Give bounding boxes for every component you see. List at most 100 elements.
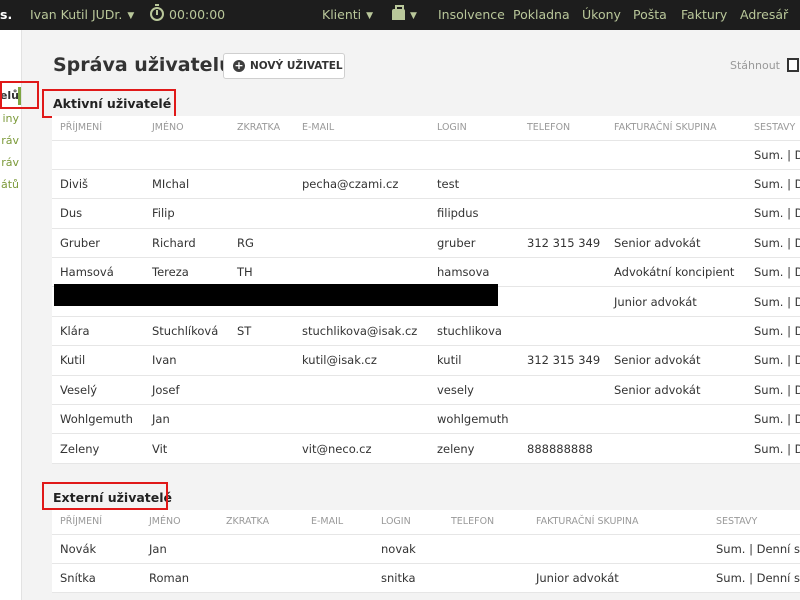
column-header[interactable]: PŘÍJMENÍ [52,116,144,141]
table-cell: hamsova [429,257,519,288]
table-cell: Sum. | De [746,404,800,435]
table-row[interactable]: Snítka Roman snitka Junior advokát Sum. | De… [52,563,800,594]
table-cell: Sum. | Denní sta [708,534,800,564]
table-cell [519,316,606,347]
table-row[interactable]: NovákJan novak Sum. | Denní sta [52,534,800,564]
brand-logo[interactable]: s. [0,0,12,30]
table-row[interactable]: WohlgemuthJan wohlgemuth Sum. | De [52,404,800,435]
table-cell: ST [229,316,294,347]
table-cell: Ivan [144,345,229,376]
table-cell [606,316,746,347]
chevron-down-icon: ▼ [410,11,417,21]
table-cell: Roman [141,563,218,594]
table-cell: Senior advokát [606,375,746,406]
column-header[interactable]: SESTAVY [746,116,800,141]
column-header[interactable]: ZKRATKA [218,510,303,535]
table-cell: TH [229,257,294,288]
column-header[interactable]: ZKRATKA [229,116,294,141]
nav-bag-menu[interactable]: ▼ [392,0,417,30]
new-user-button[interactable]: + NOVÝ UŽIVATEL [223,53,345,79]
table-cell [606,433,746,464]
table-cell: snitka [373,563,443,594]
plus-circle-icon: + [233,59,245,72]
table-cell: Sum. | De [746,345,800,376]
table-cell [294,375,429,406]
table-cell: zeleny [429,433,519,464]
table-cell [218,563,303,594]
column-header[interactable]: LOGIN [429,116,519,141]
table-row[interactable]: Hamsová Tereza TH hamsova Advokátní koncipie… [52,257,800,288]
sidebar-item[interactable]: ráv [1,156,19,169]
table-row[interactable]: Gruber Richard RG gruber 312 315 349 Senior a… [52,228,800,259]
table-cell: Josef [144,375,229,406]
table-cell [229,345,294,376]
document-icon[interactable] [787,58,799,72]
table-cell: Sum. | De [746,198,800,229]
table-cell [303,534,373,564]
nav-ukony[interactable]: Úkony [582,0,621,30]
column-header[interactable]: E-MAIL [303,510,373,535]
table-cell: Kutil [52,345,144,376]
column-header[interactable]: JMÉNO [141,510,218,535]
sidebar: elů iny ráv ráv átů [0,30,22,600]
table-cell: Gruber [52,228,144,259]
column-header[interactable]: E-MAIL [294,116,429,141]
column-header[interactable]: PŘÍJMENÍ [52,510,141,535]
table-cell: Vit [144,433,229,464]
nav-adresar[interactable]: Adresář [740,0,788,30]
table-cell: Novák [52,534,141,564]
table-cell: Sum. | De [746,140,800,170]
table-cell: Sum. | De [746,433,800,464]
column-header[interactable]: JMÉNO [144,116,229,141]
column-header[interactable]: FAKTURAČNÍ SKUPINA [528,510,708,535]
nav-faktury[interactable]: Faktury [681,0,727,30]
table-cell [52,140,144,170]
download-link[interactable]: Stáhnout [730,59,780,72]
nav-insolvence[interactable]: Insolvence [438,0,505,30]
table-row[interactable]: Kutil Ivan kutil@isak.cz kutil 312 315 349 Se… [52,345,800,376]
highlight-box [42,482,168,510]
column-header[interactable]: FAKTURAČNÍ SKUPINA [606,116,746,141]
table-row[interactable]: Zeleny Vit vit@neco.cz zeleny 888888888 Sum. … [52,433,800,464]
column-header[interactable]: TELEFON [443,510,528,535]
table-cell: Dus [52,198,144,229]
column-header[interactable]: LOGIN [373,510,443,535]
sidebar-item[interactable]: iny [2,112,19,125]
user-menu[interactable]: Ivan Kutil JUDr. ▼ [30,0,134,30]
table-row[interactable]: VeselýJosef vesely Senior advokátSum. | De [52,375,800,406]
table-cell: vesely [429,375,519,406]
nav-posta[interactable]: Pošta [633,0,667,30]
sidebar-item[interactable]: ráv [1,134,19,147]
table-cell: Jan [141,534,218,564]
sidebar-item[interactable]: átů [1,178,19,191]
table-cell: Klára [52,316,144,347]
column-header[interactable]: TELEFON [519,116,606,141]
table-cell [519,140,606,170]
table-cell [303,563,373,594]
chevron-down-icon: ▼ [366,11,374,21]
table-cell [229,169,294,200]
nav-label: Klienti [322,7,362,22]
table-cell: gruber [429,228,519,259]
table-cell: Senior advokát [606,345,746,376]
table-cell [218,534,303,564]
column-header[interactable]: SESTAVY [708,510,800,535]
table-cell [229,404,294,435]
table-cell: Junior advokát [528,563,708,594]
table-cell [294,257,429,288]
timer[interactable]: 00:00:00 [150,0,225,30]
table-cell: Tereza [144,257,229,288]
table-cell: kutil [429,345,519,376]
table-cell: kutil@isak.cz [294,345,429,376]
table-row[interactable]: DusFilip filipdus Sum. | De [52,198,800,229]
table-cell [443,563,528,594]
table-row[interactable]: Klára Stuchlíková ST stuchlikova@isak.cz stu… [52,316,800,347]
top-navigation-bar: s. Ivan Kutil JUDr. ▼ 00:00:00 Klienti ▼ ▼… [0,0,800,30]
table-cell [294,404,429,435]
nav-klienti[interactable]: Klienti ▼ [322,0,373,30]
nav-pokladna[interactable]: Pokladna [513,0,570,30]
table-row[interactable]: DivišMIchal pecha@czami.cztest Sum. | De [52,169,800,200]
table-cell [519,169,606,200]
table-row[interactable]: Sum. | De [52,140,800,170]
table-cell [519,404,606,435]
